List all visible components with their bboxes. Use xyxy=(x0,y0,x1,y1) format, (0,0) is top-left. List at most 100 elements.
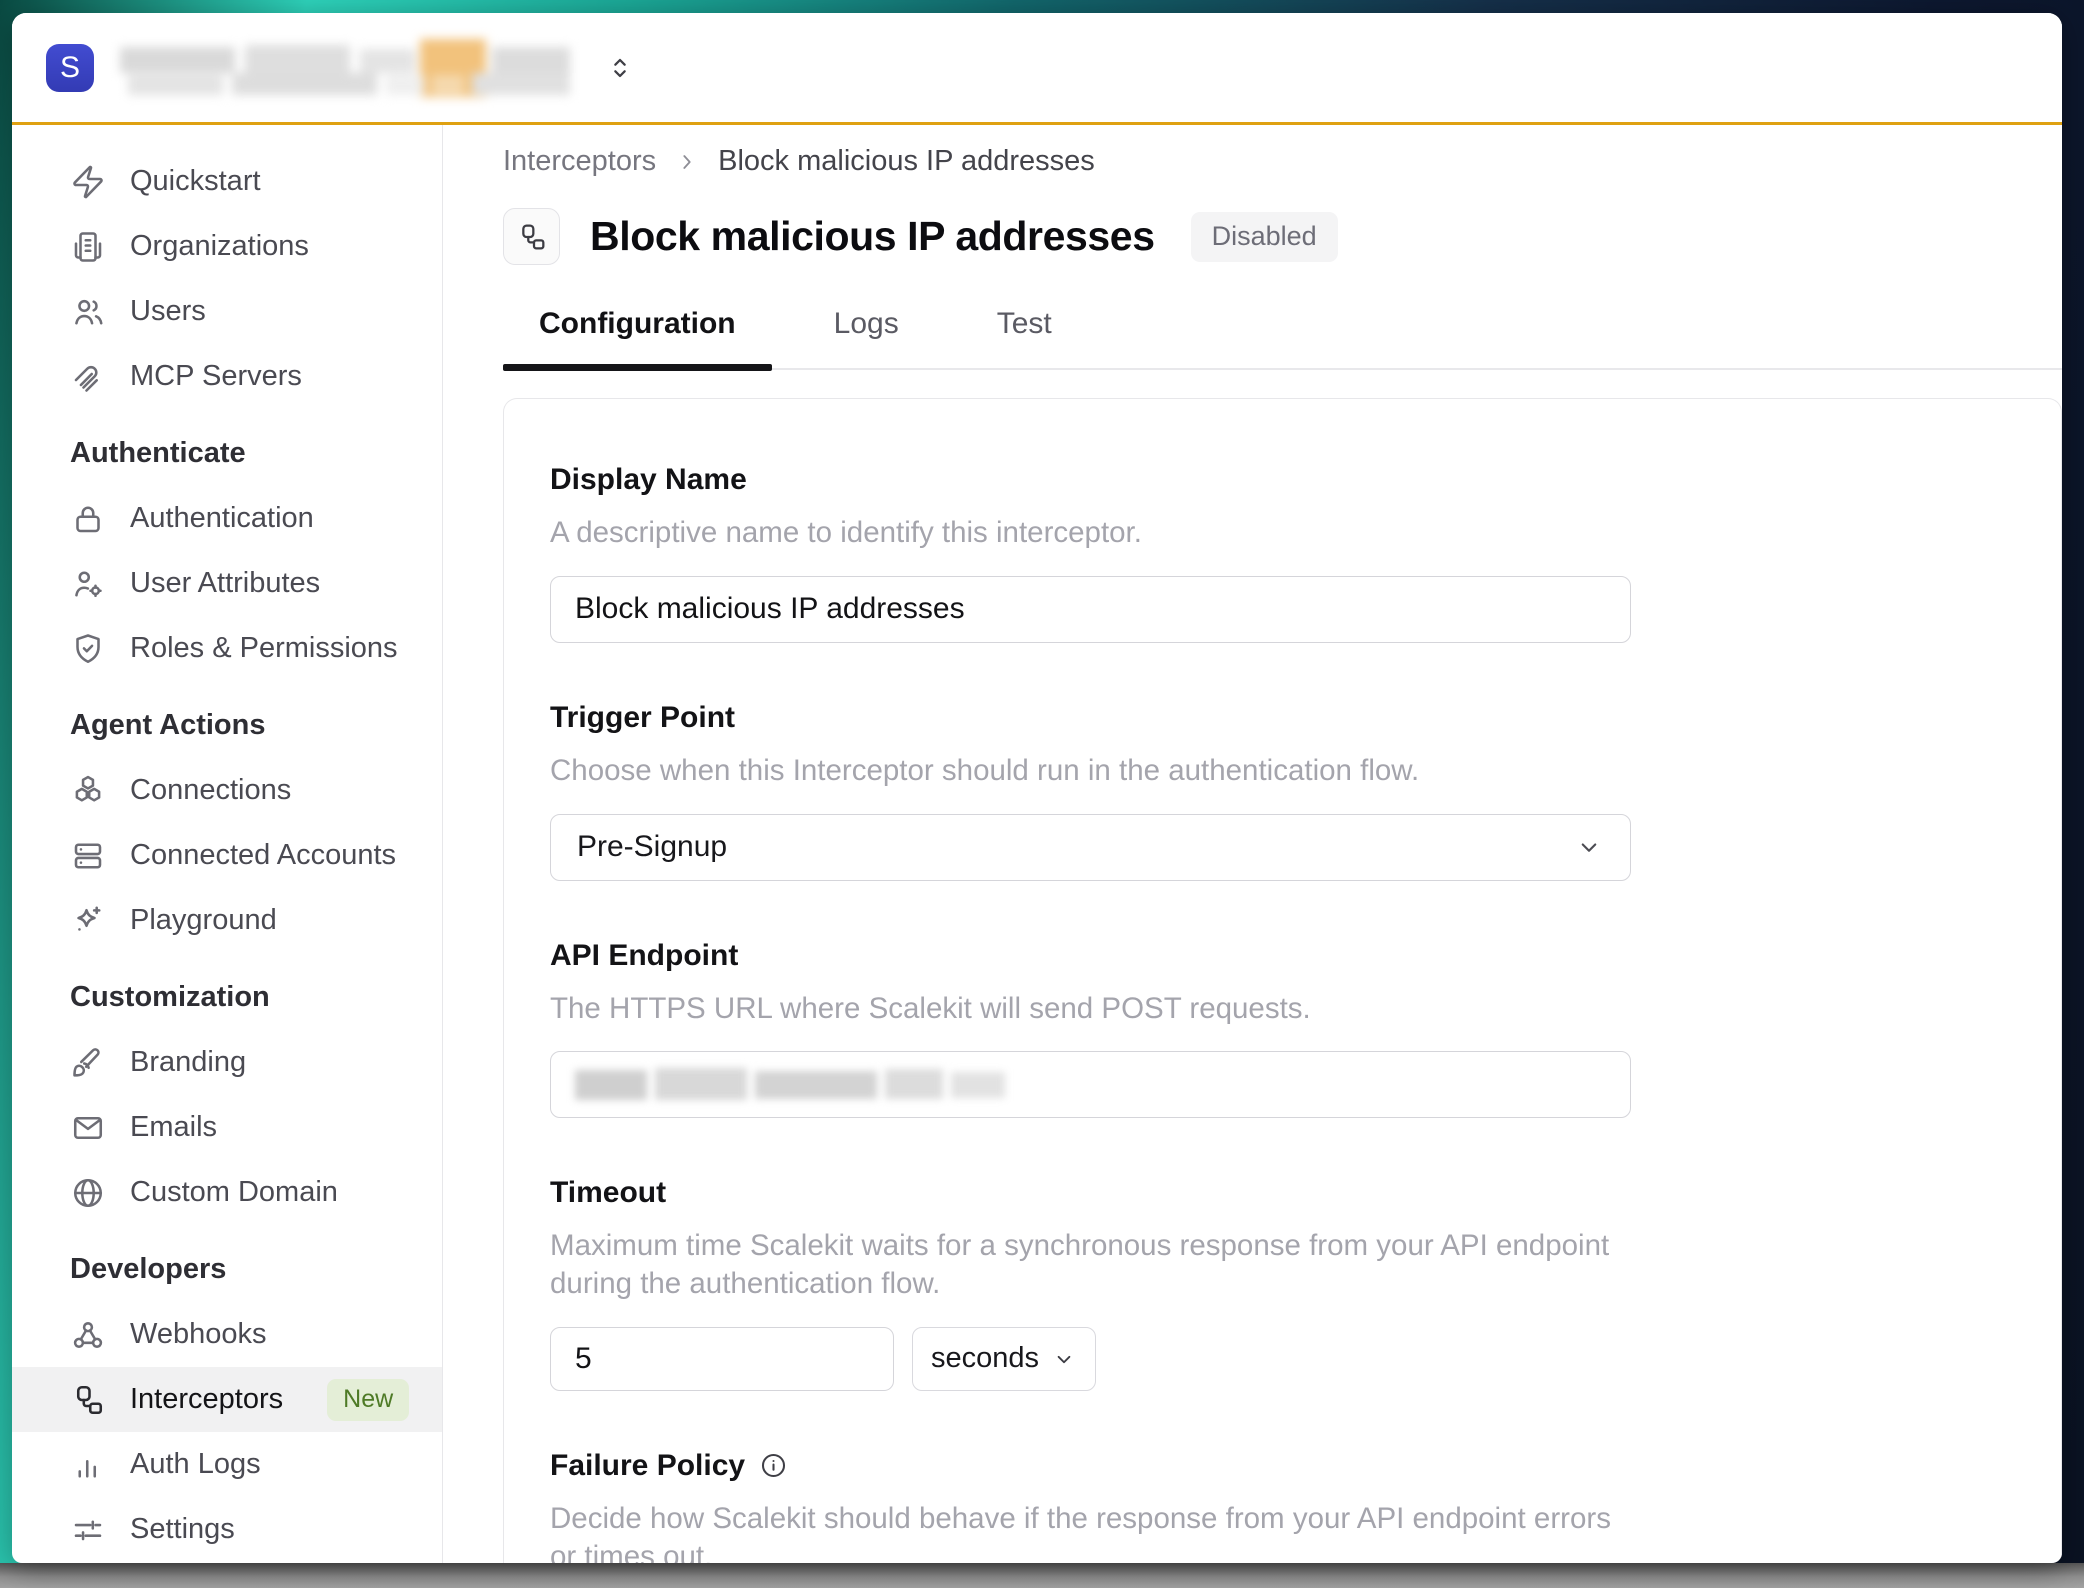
sidebar-item-branding[interactable]: Branding xyxy=(12,1030,442,1095)
sidebar-item-custom-domain[interactable]: Custom Domain xyxy=(12,1160,442,1225)
trigger-point-select[interactable]: Pre-Signup xyxy=(550,814,1631,881)
sidebar-item-auth-logs[interactable]: Auth Logs xyxy=(12,1432,442,1497)
organization-icon xyxy=(70,229,106,265)
breadcrumb: Interceptors Block malicious IP addresse… xyxy=(503,145,2062,178)
sidebar-item-label: Playground xyxy=(130,904,277,937)
chevron-down-icon xyxy=(1574,832,1604,862)
sidebar-section-agent-actions: Agent Actions xyxy=(12,693,442,758)
mcp-servers-icon xyxy=(70,359,106,395)
tab-bar: Configuration Logs Test xyxy=(503,307,2062,370)
info-icon[interactable] xyxy=(759,1451,788,1480)
api-endpoint-help: The HTTPS URL where Scalekit will send P… xyxy=(550,990,1645,1028)
sidebar-item-label: Branding xyxy=(130,1046,246,1079)
display-name-label: Display Name xyxy=(550,463,2015,497)
timeout-unit-value: seconds xyxy=(931,1342,1039,1375)
sliders-icon xyxy=(70,1512,106,1548)
trigger-point-value: Pre-Signup xyxy=(577,830,727,864)
tab-test[interactable]: Test xyxy=(961,307,1088,368)
sidebar-item-label: Custom Domain xyxy=(130,1176,338,1209)
interceptor-icon xyxy=(70,1382,106,1418)
display-name-help: A descriptive name to identify this inte… xyxy=(550,514,1645,552)
sidebar-item-label: Organizations xyxy=(130,230,309,263)
app-window: S Quickstart Organizations Users MCP Server… xyxy=(12,13,2062,1563)
configuration-card: Display Name A descriptive name to ident… xyxy=(503,398,2062,1563)
page-title: Block malicious IP addresses xyxy=(590,213,1155,260)
timeout-unit-select[interactable]: seconds xyxy=(912,1327,1096,1391)
sidebar-item-label: Webhooks xyxy=(130,1318,267,1351)
workspace-switcher[interactable] xyxy=(604,52,636,84)
sidebar-item-label: Auth Logs xyxy=(130,1448,261,1481)
trigger-point-group: Trigger Point Choose when this Intercept… xyxy=(550,701,2015,881)
bar-chart-icon xyxy=(70,1447,106,1483)
timeout-group: Timeout Maximum time Scalekit waits for … xyxy=(550,1176,2015,1391)
shield-check-icon xyxy=(70,631,106,667)
sidebar-item-interceptors[interactable]: Interceptors New xyxy=(12,1367,442,1432)
sidebar-item-playground[interactable]: Playground xyxy=(12,888,442,953)
breadcrumb-parent[interactable]: Interceptors xyxy=(503,145,656,178)
new-badge: New xyxy=(327,1379,409,1421)
app-header: S xyxy=(12,13,2062,125)
sidebar-item-connected-accounts[interactable]: Connected Accounts xyxy=(12,823,442,888)
sidebar-item-label: MCP Servers xyxy=(130,360,302,393)
sidebar-item-authentication[interactable]: Authentication xyxy=(12,486,442,551)
sidebar-section-customization: Customization xyxy=(12,965,442,1030)
sidebar-item-label: Authentication xyxy=(130,502,314,535)
api-endpoint-label: API Endpoint xyxy=(550,939,2015,973)
display-name-input[interactable] xyxy=(550,576,1631,643)
interceptor-icon xyxy=(503,208,560,265)
trigger-point-help: Choose when this Interceptor should run … xyxy=(550,752,1645,790)
sidebar-item-mcp-servers[interactable]: MCP Servers xyxy=(12,344,442,409)
sidebar-item-label: Interceptors xyxy=(130,1383,283,1416)
chevron-down-icon xyxy=(1051,1346,1077,1372)
sparkles-icon xyxy=(70,903,106,939)
display-name-group: Display Name A descriptive name to ident… xyxy=(550,463,2015,643)
stacked-cards-icon xyxy=(70,838,106,874)
trigger-point-label: Trigger Point xyxy=(550,701,2015,735)
sidebar-section-developers: Developers xyxy=(12,1237,442,1302)
timeout-label: Timeout xyxy=(550,1176,2015,1210)
user-gear-icon xyxy=(70,566,106,602)
title-row: Block malicious IP addresses Disabled xyxy=(503,208,2062,265)
sidebar-item-settings[interactable]: Settings xyxy=(12,1497,442,1562)
main-content: Interceptors Block malicious IP addresse… xyxy=(443,125,2062,1563)
dock-bar xyxy=(0,1563,2084,1588)
lock-icon xyxy=(70,501,106,537)
sidebar: Quickstart Organizations Users MCP Servers A… xyxy=(12,125,443,1563)
timeout-value-input[interactable] xyxy=(550,1327,894,1391)
sidebar-item-label: Emails xyxy=(130,1111,217,1144)
scalekit-logo: S xyxy=(46,44,94,92)
status-badge: Disabled xyxy=(1191,212,1338,262)
sidebar-item-label: Roles & Permissions xyxy=(130,632,398,665)
chevron-right-icon xyxy=(674,149,700,175)
sidebar-item-organizations[interactable]: Organizations xyxy=(12,214,442,279)
sidebar-item-quickstart[interactable]: Quickstart xyxy=(12,149,442,214)
mail-icon xyxy=(70,1110,106,1146)
tab-configuration[interactable]: Configuration xyxy=(503,307,772,368)
sidebar-item-webhooks[interactable]: Webhooks xyxy=(12,1302,442,1367)
api-endpoint-group: API Endpoint The HTTPS URL where Scaleki… xyxy=(550,939,2015,1119)
globe-icon xyxy=(70,1175,106,1211)
cubes-icon xyxy=(70,773,106,809)
breadcrumb-current: Block malicious IP addresses xyxy=(718,145,1095,178)
sidebar-item-roles-permissions[interactable]: Roles & Permissions xyxy=(12,616,442,681)
api-endpoint-input[interactable] xyxy=(550,1051,1631,1118)
sidebar-item-emails[interactable]: Emails xyxy=(12,1095,442,1160)
zap-icon xyxy=(70,164,106,200)
tab-logs[interactable]: Logs xyxy=(798,307,935,368)
sidebar-section-authenticate: Authenticate xyxy=(12,421,442,486)
timeout-help: Maximum time Scalekit waits for a synchr… xyxy=(550,1227,1645,1303)
sidebar-item-label: Connected Accounts xyxy=(130,839,396,872)
failure-policy-help: Decide how Scalekit should behave if the… xyxy=(550,1500,1645,1563)
endpoint-value-redacted xyxy=(575,1066,1005,1104)
sidebar-item-users[interactable]: Users xyxy=(12,279,442,344)
sidebar-item-label: Settings xyxy=(130,1513,235,1546)
users-icon xyxy=(70,294,106,330)
failure-policy-label: Failure Policy xyxy=(550,1449,745,1483)
sidebar-item-label: Quickstart xyxy=(130,165,261,198)
chevrons-up-down-icon xyxy=(604,52,636,84)
failure-policy-group: Failure Policy Decide how Scalekit shoul… xyxy=(550,1449,2015,1563)
sidebar-item-connections[interactable]: Connections xyxy=(12,758,442,823)
sidebar-item-user-attributes[interactable]: User Attributes xyxy=(12,551,442,616)
sidebar-item-label: User Attributes xyxy=(130,567,320,600)
webhook-icon xyxy=(70,1317,106,1353)
